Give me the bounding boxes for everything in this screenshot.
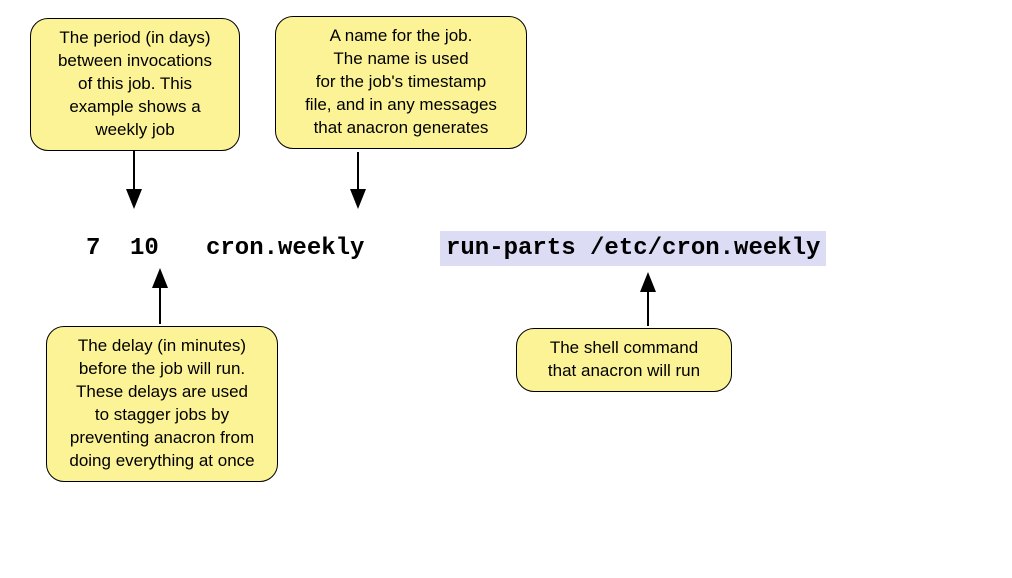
callout-jobname: A name for the job.The name is usedfor t… xyxy=(275,16,527,149)
code-command: run-parts /etc/cron.weekly xyxy=(440,231,826,266)
callout-delay: The delay (in minutes)before the job wil… xyxy=(46,326,278,482)
code-period: 7 xyxy=(86,235,100,262)
callout-command-text: The shell commandthat anacron will run xyxy=(548,338,700,380)
callout-delay-text: The delay (in minutes)before the job wil… xyxy=(69,336,254,470)
code-jobname: cron.weekly xyxy=(206,235,364,262)
callout-period-text: The period (in days)between invocationso… xyxy=(58,28,212,139)
callout-command: The shell commandthat anacron will run xyxy=(516,328,732,392)
code-delay: 10 xyxy=(130,235,159,262)
callout-period: The period (in days)between invocationso… xyxy=(30,18,240,151)
callout-jobname-text: A name for the job.The name is usedfor t… xyxy=(305,26,497,137)
